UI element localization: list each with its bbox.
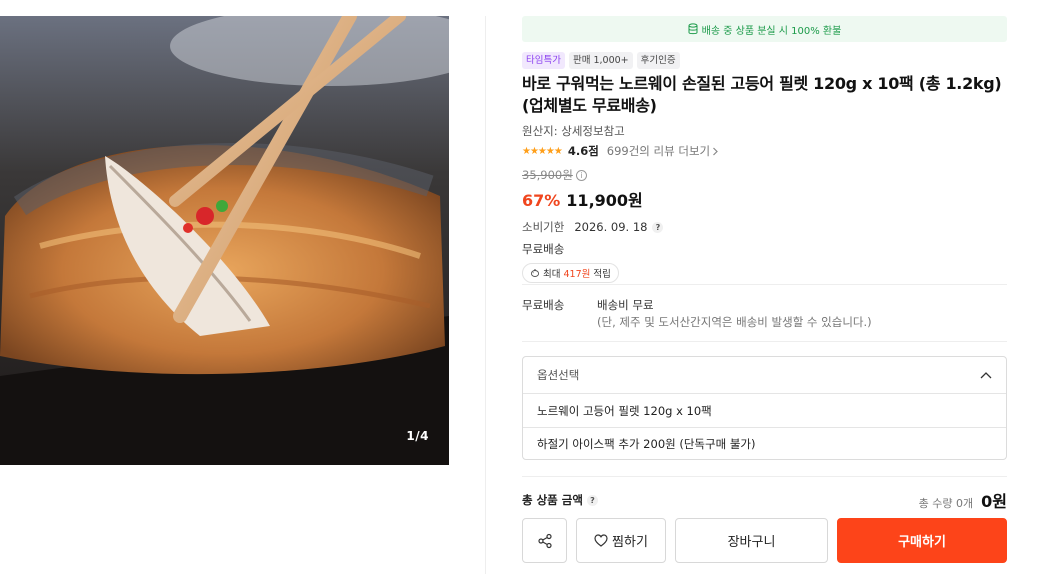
star-rating-icon: ★★★★★ — [522, 145, 563, 157]
badge-list: 타임특가 판매 1,000+ 후기인증 — [522, 52, 1007, 69]
image-page-indicator: 1/4 — [406, 429, 429, 443]
point-prefix: 최대 — [543, 269, 561, 280]
sale-price: 11,900원 — [566, 191, 643, 210]
point-reward-badge: 최대 417원 적립 — [522, 263, 619, 283]
product-info-panel: 배송 중 상품 분실 시 100% 환불 타임특가 판매 1,000+ 후기인증… — [522, 16, 1007, 283]
review-more-label: 699건의 리뷰 더보기 — [606, 144, 711, 158]
review-more-link[interactable]: 699건의 리뷰 더보기 — [607, 143, 719, 159]
option-item-icepack[interactable]: 하절기 아이스팩 추가 200원 (단독구매 불가) — [523, 427, 1006, 460]
shipping-value: 배송비 무료 — [597, 298, 654, 312]
total-quantity: 총 수량 0개 — [918, 497, 974, 510]
expiry-value-wrap: 2026. 09. 18 ? — [574, 220, 664, 234]
total-label: 총 상품 금액 — [522, 493, 583, 507]
expiry-value: 2026. 09. 18 — [574, 220, 648, 234]
badge-time-sale: 타임특가 — [522, 52, 565, 69]
badge-sales-count: 판매 1,000+ — [568, 52, 633, 69]
grilled-mackerel-photo — [0, 16, 449, 465]
price-row: 67% 11,900원 — [522, 187, 1007, 211]
action-buttons: 찜하기 장바구니 구매하기 — [522, 518, 1007, 563]
section-divider — [522, 476, 1007, 477]
cart-button[interactable]: 장바구니 — [675, 518, 828, 563]
help-icon[interactable]: ? — [586, 494, 598, 506]
buy-button[interactable]: 구매하기 — [837, 518, 1007, 563]
heart-icon — [594, 534, 608, 547]
piggy-bank-icon — [530, 268, 540, 277]
total-summary: 총 상품 금액 ? 총 수량 0개 0원 — [522, 488, 1007, 512]
origin-text: 원산지: 상세정보참고 — [522, 124, 625, 138]
guarantee-text: 배송 중 상품 분실 시 100% 환불 — [701, 25, 842, 37]
delivery-guarantee-banner: 배송 중 상품 분실 시 100% 환불 — [522, 16, 1007, 42]
wishlist-button[interactable]: 찜하기 — [576, 518, 666, 563]
total-amount: 0원 — [981, 492, 1007, 511]
option-select-label: 옵션선택 — [537, 368, 580, 382]
point-suffix: 적립 — [593, 269, 611, 280]
free-shipping-text: 무료배송 — [522, 242, 565, 256]
option-item-mackerel[interactable]: 노르웨이 고등어 필렛 120g x 10팩 — [523, 394, 1006, 427]
product-title: 바로 구워먹는 노르웨이 손질된 고등어 필렛 120g x 10팩 (총 1.… — [522, 73, 1007, 117]
rating-value: 4.6점 — [567, 144, 599, 158]
badge-verified-review: 후기인증 — [636, 52, 680, 69]
chevron-right-icon — [713, 147, 718, 155]
option-select: 옵션선택 노르웨이 고등어 필렛 120g x 10팩 하절기 아이스팩 추가 … — [522, 356, 1007, 460]
discount-rate: 67% — [522, 191, 561, 210]
help-icon[interactable]: ? — [652, 221, 664, 233]
chevron-up-icon — [980, 372, 992, 379]
expiry-row: 소비기한 2026. 09. 18 ? — [522, 219, 1007, 235]
rating-row: ★★★★★ 4.6점 699건의 리뷰 더보기 — [522, 143, 1007, 159]
product-title-line1: 바로 구워먹는 노르웨이 손질된 고등어 필렛 120g x 10팩 (총 1.… — [522, 74, 1002, 93]
shipping-label: 무료배송 — [522, 298, 565, 312]
shipping-note: (단, 제주 및 도서산간지역은 배송비 발생할 수 있습니다.) — [597, 315, 872, 329]
original-price-row: 35,900원 i — [522, 167, 1007, 183]
database-icon — [688, 23, 698, 35]
expiry-label: 소비기한 — [522, 220, 565, 234]
original-price: 35,900원 — [522, 168, 573, 182]
section-divider — [522, 341, 1007, 342]
buy-label: 구매하기 — [898, 535, 946, 550]
product-title-line2: (업체별도 무료배송) — [522, 96, 657, 115]
product-image[interactable]: 1/4 — [0, 16, 449, 465]
section-divider — [522, 284, 1007, 285]
point-amount: 417원 — [563, 269, 591, 280]
cart-label: 장바구니 — [727, 535, 776, 550]
total-label-wrap: 총 상품 금액 ? — [522, 492, 598, 508]
share-icon — [537, 533, 552, 548]
vertical-divider — [485, 16, 486, 574]
share-button[interactable] — [522, 518, 567, 563]
info-icon[interactable]: i — [575, 169, 587, 181]
option-select-header[interactable]: 옵션선택 — [523, 357, 1006, 394]
total-right: 총 수량 0개 0원 — [919, 488, 1007, 512]
wishlist-label: 찜하기 — [612, 535, 648, 550]
